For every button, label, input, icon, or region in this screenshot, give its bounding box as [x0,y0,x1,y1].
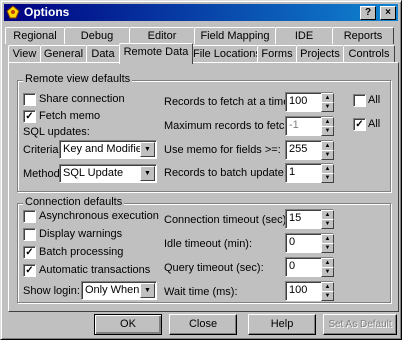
query-timeout-value: 0 [289,260,296,272]
ok-button[interactable]: OK [94,314,162,335]
auto-transactions-checkbox[interactable]: ✓ [23,264,36,277]
memo-fields-label: Use memo for fields >=: [164,144,281,156]
batch-update-label: Records to batch update: [164,167,287,179]
async-label: Asynchronous execution [39,210,159,222]
async-checkbox[interactable] [23,210,36,223]
query-timeout-label: Query timeout (sec): [164,262,264,274]
tab-editor[interactable]: Editor [129,27,195,44]
tab-field-mapping[interactable]: Field Mapping [194,27,276,44]
app-icon [6,5,20,19]
tab-projects[interactable]: Projects [296,45,344,62]
idle-timeout-value: 0 [289,236,296,248]
max-records-label: Maximum records to fetch: [164,120,294,132]
tab-debug[interactable]: Debug [64,27,130,44]
records-fetch-value: 100 [289,95,308,107]
spin-down-icon[interactable]: ▼ [321,267,334,277]
conn-timeout-value: 15 [289,212,302,224]
records-fetch-all-label: All [368,94,381,106]
fetch-memo-label: Fetch memo [39,110,101,122]
memo-fields-spinner[interactable]: 255 ▲ ▼ [285,140,334,160]
spin-down-icon[interactable]: ▼ [321,291,334,301]
sql-updates-label: SQL updates: [23,126,90,138]
criteria-value: Key and Modified F [63,143,141,155]
records-fetch-spinner[interactable]: 100 ▲ ▼ [285,92,334,112]
criteria-select[interactable]: Key and Modified F ▼ [59,140,157,159]
batch-processing-checkbox[interactable]: ✓ [23,246,36,259]
batch-update-spinner[interactable]: 1 ▲ ▼ [285,163,334,183]
idle-timeout-spinner[interactable]: 0 ▲ ▼ [285,233,334,253]
connection-defaults-label: Connection defaults [23,196,125,208]
idle-timeout-label: Idle timeout (min): [164,238,253,250]
display-warnings-checkbox[interactable] [23,228,36,241]
memo-fields-value: 255 [289,143,308,155]
chevron-down-icon[interactable]: ▼ [140,283,155,298]
tab-controls[interactable]: Controls [343,45,395,62]
spin-down-icon[interactable]: ▼ [321,173,334,183]
wait-time-value: 100 [289,284,308,296]
tab-ide[interactable]: IDE [275,27,333,44]
options-dialog: Options ? × Regional Debug Editor Field … [0,0,402,340]
chevron-down-icon[interactable]: ▼ [140,142,155,157]
tab-reports[interactable]: Reports [332,27,394,44]
query-timeout-spinner[interactable]: 0 ▲ ▼ [285,257,334,277]
spin-down-icon[interactable]: ▼ [321,102,334,112]
show-login-select[interactable]: Only When N ▼ [81,281,157,300]
fetch-memo-checkbox[interactable]: ✓ [23,110,36,123]
criteria-label: Criteria: [23,144,62,156]
max-records-all-checkbox[interactable]: ✓ [353,118,366,131]
auto-transactions-label: Automatic transactions [39,264,151,276]
set-as-default-button[interactable]: Set As Default [323,314,397,335]
wait-time-label: Wait time (ms): [164,286,238,298]
help-button[interactable]: Help [248,314,316,335]
method-label: Method: [23,168,63,180]
close-icon[interactable]: × [380,6,396,20]
title-bar[interactable]: Options ? × [4,4,398,21]
tab-regional[interactable]: Regional [5,27,65,44]
max-records-value: -1 [289,119,299,131]
batch-processing-label: Batch processing [39,246,124,258]
display-warnings-label: Display warnings [39,228,123,240]
method-value: SQL Update [63,167,124,179]
tab-remote-data[interactable]: Remote Data [119,43,193,64]
spin-down-icon[interactable]: ▼ [321,126,334,136]
tab-view[interactable]: View [8,45,41,62]
share-connection-checkbox[interactable] [23,93,36,106]
share-connection-label: Share connection [39,93,125,105]
show-login-label: Show login: [23,285,80,297]
show-login-value: Only When N [85,284,141,296]
spin-down-icon[interactable]: ▼ [321,150,334,160]
max-records-all-label: All [368,118,381,130]
chevron-down-icon[interactable]: ▼ [140,166,155,181]
conn-timeout-label: Connection timeout (sec): [164,214,290,226]
remote-view-defaults-label: Remote view defaults [23,73,133,85]
wait-time-spinner[interactable]: 100 ▲ ▼ [285,281,334,301]
tab-data[interactable]: Data [86,45,120,62]
batch-update-value: 1 [289,166,296,178]
tab-file-locations[interactable]: File Locations [192,45,258,62]
help-icon[interactable]: ? [360,6,376,20]
window-title: Options [24,5,70,19]
spin-down-icon[interactable]: ▼ [321,243,334,253]
tab-forms[interactable]: Forms [257,45,297,62]
conn-timeout-spinner[interactable]: 15 ▲ ▼ [285,209,334,229]
max-records-spinner[interactable]: -1 ▲ ▼ [285,116,334,136]
records-fetch-label: Records to fetch at a time: [164,96,293,108]
tab-general[interactable]: General [40,45,87,62]
close-button[interactable]: Close [169,314,237,335]
method-select[interactable]: SQL Update ▼ [59,164,157,183]
spin-down-icon[interactable]: ▼ [321,219,334,229]
records-fetch-all-checkbox[interactable] [353,94,366,107]
